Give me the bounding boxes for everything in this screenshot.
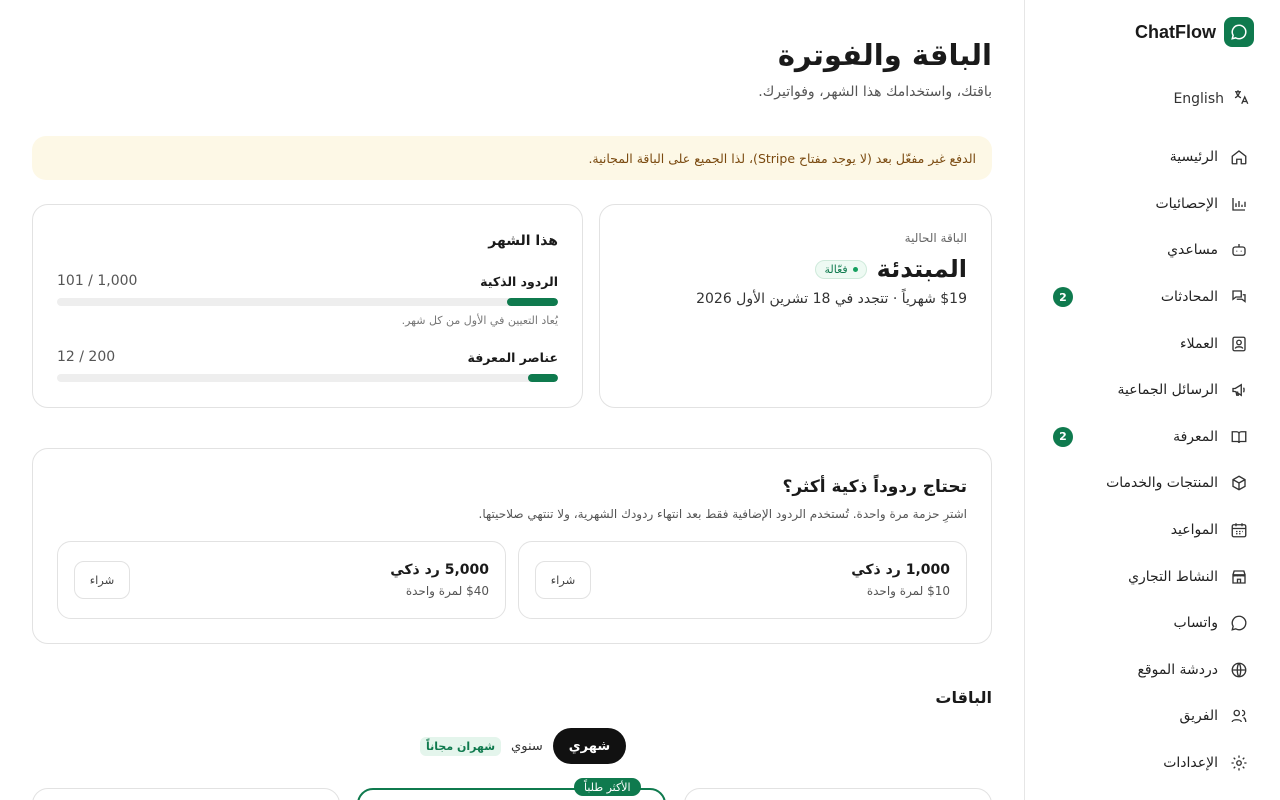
page-subtitle: باقتك، واستخدامك هذا الشهر، وفواتيرك. [758,84,992,100]
reset-note: يُعاد التعيين في الأول من كل شهر. [401,314,558,327]
addon-pack: 1,000 رد ذكي $10 لمرة واحدة شراء [518,541,967,619]
sidebar-item-appointments[interactable]: المواعيد [1025,507,1280,554]
sidebar: ChatFlow English الرئيسية الإحصائيات مسا… [1024,0,1280,800]
toggle-yearly[interactable]: سنوي [511,739,543,754]
pack-price: $10 لمرة واحدة [866,584,950,598]
knowledge-progress-fill [527,374,558,382]
translate-icon [1232,88,1250,110]
smart-replies-progress [57,298,558,306]
addon-packs-card: تحتاج ردوداً ذكية أكثر؟ اشترِ حزمة مرة و… [32,448,992,644]
sidebar-item-label: واتساب [1173,615,1218,632]
knowledge-value: 12 / 200 [57,349,116,365]
conversations-count-badge: 2 [1053,287,1073,308]
plan-tile[interactable] [32,788,340,800]
sidebar-item-label: المنتجات والخدمات [1106,475,1218,492]
sidebar-item-customers[interactable]: العملاء [1025,320,1280,367]
team-icon [1228,705,1250,727]
current-plan-card: الباقة الحالية المبتدئة فعّالة $19 شهريا… [599,204,992,408]
main-content: الباقة والفوترة باقتك، واستخدامك هذا الش… [32,0,992,800]
app-root: ChatFlow English الرئيسية الإحصائيات مسا… [0,0,1280,800]
sidebar-item-label: الرسائل الجماعية [1117,382,1218,399]
sidebar-item-label: مساعدي [1167,242,1218,259]
language-label: English [1173,91,1224,107]
sidebar-item-label: المواعيد [1170,522,1218,539]
current-plan-label: الباقة الحالية [904,231,967,245]
status-text: فعّالة [824,262,848,276]
bot-icon [1228,239,1250,261]
chat-bubble-icon [1224,17,1254,47]
sidebar-item-home[interactable]: الرئيسية [1025,134,1280,181]
calendar-icon [1228,519,1250,541]
megaphone-icon [1228,379,1250,401]
plan-tile[interactable] [684,788,992,800]
sidebar-item-analytics[interactable]: الإحصائيات [1025,181,1280,228]
sidebar-nav: الرئيسية الإحصائيات مساعدي المحادثات 2 ا… [1025,134,1280,786]
book-icon [1228,426,1250,448]
sidebar-item-conversations[interactable]: المحادثات 2 [1025,274,1280,321]
pack-name: 1,000 رد ذكي [851,562,950,578]
toggle-monthly[interactable]: شهري [552,728,627,764]
pack-price: $40 لمرة واحدة [405,584,489,598]
popular-badge: الأكثر طلباً [574,778,641,796]
sidebar-item-team[interactable]: الفريق [1025,693,1280,740]
page-title: الباقة والفوترة [777,38,992,72]
brand-name: ChatFlow [1135,21,1216,42]
status-dot-icon [852,266,858,272]
sidebar-item-knowledge[interactable]: المعرفة 2 [1025,414,1280,461]
plan-name: المبتدئة [876,255,967,283]
knowledge-label: عناصر المعرفة [467,349,559,365]
gear-icon [1228,752,1250,774]
knowledge-usage: عناصر المعرفة 12 / 200 [57,349,558,382]
yearly-discount-badge: شهران مجاناً [420,736,502,756]
this-month-card: هذا الشهر الردود الذكية 101 / 1,000 يُعا… [32,204,583,408]
sidebar-item-settings[interactable]: الإعدادات [1025,740,1280,787]
store-icon [1228,566,1250,588]
chat-icon [1228,286,1250,308]
sidebar-item-assistant[interactable]: مساعدي [1025,227,1280,274]
addon-pack: 5,000 رد ذكي $40 لمرة واحدة شراء [57,541,506,619]
sidebar-item-label: الإحصائيات [1155,195,1218,212]
plans-title: الباقات [935,688,992,707]
sidebar-item-label: النشاط التجاري [1128,568,1218,585]
home-icon [1228,146,1250,168]
box-icon [1228,472,1250,494]
sidebar-item-products[interactable]: المنتجات والخدمات [1025,460,1280,507]
addon-title: تحتاج ردوداً ذكية أكثر؟ [782,477,967,497]
status-badge: فعّالة [815,259,867,279]
this-month-title: هذا الشهر [488,233,558,249]
globe-icon [1228,659,1250,681]
smart-replies-progress-fill [507,298,558,306]
sidebar-item-label: العملاء [1180,335,1218,352]
smart-replies-value: 101 / 1,000 [57,273,138,289]
sidebar-item-label: دردشة الموقع [1137,661,1218,678]
sidebar-item-label: الفريق [1179,708,1218,725]
sidebar-item-label: الرئيسية [1169,149,1218,166]
buy-button[interactable]: شراء [74,561,130,599]
plan-name-row: المبتدئة فعّالة [815,255,967,283]
sidebar-item-label: المحادثات [1160,289,1218,306]
smart-replies-label: الردود الذكية [480,273,558,289]
sidebar-item-whatsapp[interactable]: واتساب [1025,600,1280,647]
contact-icon [1228,333,1250,355]
brand[interactable]: ChatFlow [1051,16,1254,48]
whatsapp-icon [1228,612,1250,634]
sidebar-item-label: الإعدادات [1163,755,1218,772]
pack-name: 5,000 رد ذكي [390,562,489,578]
smart-replies-usage: الردود الذكية 101 / 1,000 يُعاد التعيين … [57,273,558,327]
addon-subtitle: اشترِ حزمة مرة واحدة. تُستخدم الردود الإ… [478,507,967,521]
sidebar-item-business[interactable]: النشاط التجاري [1025,553,1280,600]
buy-button[interactable]: شراء [535,561,591,599]
sidebar-item-broadcasts[interactable]: الرسائل الجماعية [1025,367,1280,414]
chart-icon [1228,193,1250,215]
knowledge-count-badge: 2 [1053,426,1073,447]
language-switcher[interactable]: English [1173,88,1250,110]
billing-period-toggle: شهري سنوي شهران مجاناً [420,728,627,764]
knowledge-progress [57,374,558,382]
payment-alert: الدفع غير مفعّل بعد (لا يوجد مفتاح Strip… [32,136,992,180]
sidebar-item-label: المعرفة [1173,428,1218,445]
sidebar-item-website-chat[interactable]: دردشة الموقع [1025,647,1280,694]
plan-price-line: $19 شهرياً · تتجدد في 18 تشرين الأول 202… [696,291,967,307]
